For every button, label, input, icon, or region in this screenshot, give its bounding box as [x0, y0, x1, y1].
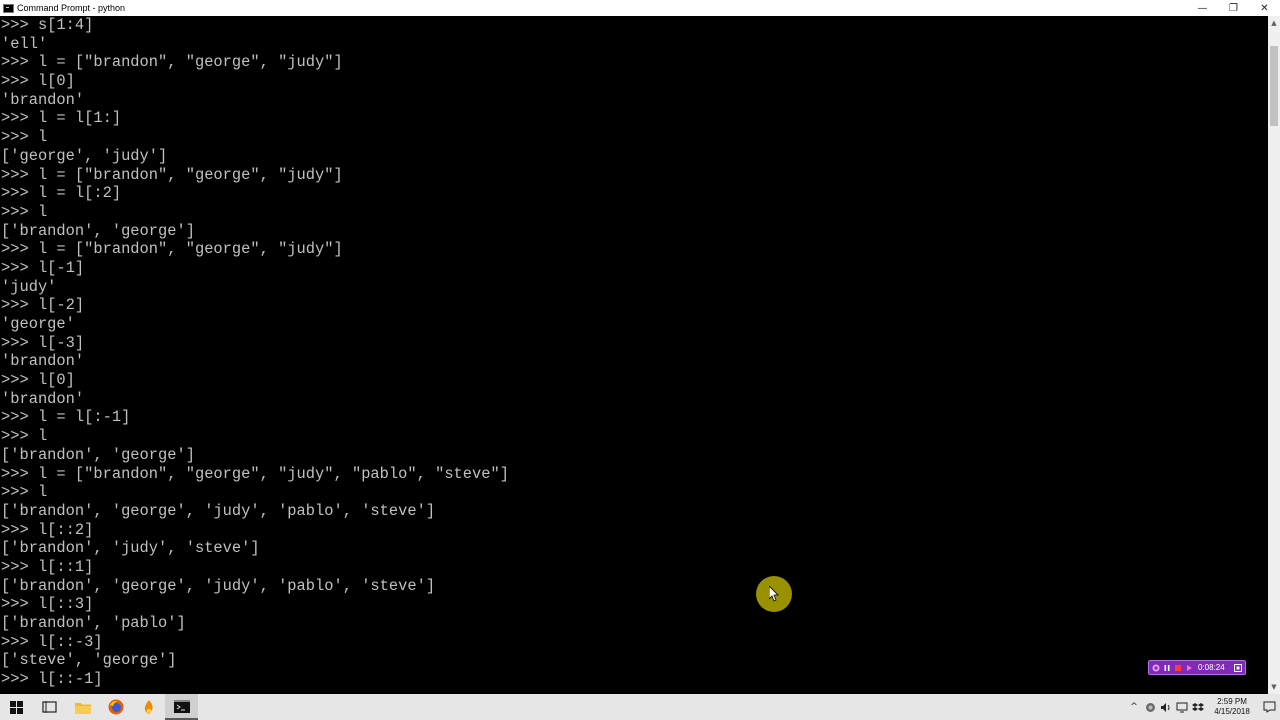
task-view-icon	[42, 701, 57, 713]
show-hidden-icons-chevron-icon[interactable]: ^	[1126, 694, 1142, 720]
window-controls: — ❐ ✕	[1187, 0, 1280, 16]
console-line: >>> l[::1]	[1, 557, 94, 576]
console-line: 'brandon'	[1, 389, 85, 408]
restore-button[interactable]: ❐	[1218, 0, 1249, 16]
console-line: >>> l	[1, 128, 48, 147]
console-line: >>> s[1:4]	[1, 16, 94, 34]
console-line: ['george', 'judy']	[1, 146, 168, 165]
start-button[interactable]	[0, 694, 33, 720]
console-line: >>> l = ["brandon", "george", "judy"]	[1, 240, 343, 259]
window-titlebar[interactable]: Command Prompt - python — ❐ ✕	[0, 0, 1280, 16]
screen-recorder-widget[interactable]: 0:08:24	[1148, 660, 1246, 675]
app-flame-icon	[144, 700, 153, 714]
console-line: >>> l = ["brandon", "george", "judy"]	[1, 165, 343, 184]
console-line: >>> l = l[:2]	[1, 184, 122, 203]
close-button[interactable]: ✕	[1249, 0, 1280, 16]
console-line: >>> l[-3]	[1, 333, 85, 352]
folder-icon	[74, 702, 91, 714]
clock-time: 2:59 PM	[1217, 697, 1247, 706]
console-line: >>> l	[1, 427, 48, 446]
recorder-elapsed-time: 0:08:24	[1198, 663, 1225, 672]
console-line: >>> l	[1, 202, 48, 221]
volume-icon[interactable]	[1158, 694, 1174, 720]
console-line: >>> l[::3]	[1, 595, 94, 614]
console-line: 'ell'	[1, 34, 48, 53]
console-line: 'george'	[1, 315, 75, 333]
network-status-icon[interactable]	[1142, 694, 1158, 720]
scrollbar-thumb[interactable]	[1270, 46, 1278, 126]
notification-icon	[1263, 701, 1275, 713]
console-line: >>> l[::-1]	[1, 670, 103, 689]
vertical-scrollbar[interactable]: ▲ ▼	[1268, 16, 1280, 694]
mouse-pointer-icon	[769, 586, 779, 602]
console-line: >>> l[::2]	[1, 520, 94, 539]
console-line: >>> l[::-3]	[1, 632, 103, 651]
console-line: 'brandon'	[1, 352, 85, 371]
stop-icon[interactable]	[1174, 664, 1182, 672]
firefox-taskbar-button[interactable]	[99, 694, 132, 720]
taskbar-clock[interactable]: 2:59 PM 4/15/2018	[1206, 697, 1258, 717]
terminal-icon	[173, 699, 190, 713]
recorder-logo-icon	[1152, 664, 1160, 671]
console-line: ['brandon', 'george']	[1, 445, 195, 464]
console-output[interactable]: >>> s[1:4]'ell' >>> l = ["brandon", "geor…	[0, 16, 1268, 694]
console-line: ['steve', 'george']	[1, 651, 177, 670]
taskbar: ^ 2:59 PM 4/15/2018	[0, 694, 1280, 720]
play-icon[interactable]	[1185, 664, 1193, 672]
action-center-button[interactable]	[1258, 694, 1280, 720]
console-line: ['brandon', 'george', 'judy', 'pablo', '…	[1, 576, 436, 595]
recorder-menu-icon[interactable]	[1234, 663, 1242, 672]
console-line: >>> l = l[:-1]	[1, 408, 131, 427]
dropbox-icon[interactable]	[1190, 694, 1206, 720]
console-line: 'brandon'	[1, 90, 85, 109]
pause-icon[interactable]	[1163, 664, 1171, 672]
console-line: >>> l[-1]	[1, 258, 85, 277]
app-taskbar-button[interactable]	[132, 694, 165, 720]
task-view-button[interactable]	[33, 694, 66, 720]
console-line: ['brandon', 'george', 'judy', 'pablo', '…	[1, 501, 436, 520]
scroll-up-arrow-icon[interactable]: ▲	[1268, 16, 1280, 30]
console-line: ['brandon', 'judy', 'steve']	[1, 539, 260, 558]
command-prompt-icon	[3, 3, 14, 13]
console-line: >>> l = l[1:]	[1, 109, 122, 128]
console-line: 'judy'	[1, 277, 57, 296]
console-line: >>> l = ["brandon", "george", "judy", "p…	[1, 464, 509, 483]
console-line: >>> l[-2]	[1, 296, 85, 315]
scroll-down-arrow-icon[interactable]: ▼	[1268, 680, 1280, 694]
console-line: >>> l = ["brandon", "george", "judy"]	[1, 53, 343, 72]
display-icon[interactable]	[1174, 694, 1190, 720]
system-tray: ^ 2:59 PM 4/15/2018	[1126, 694, 1280, 720]
clock-date: 4/15/2018	[1214, 707, 1250, 716]
file-explorer-taskbar-button[interactable]	[66, 694, 99, 720]
console-line: ['brandon', 'george']	[1, 221, 195, 240]
console-line: >>> l[0]	[1, 72, 75, 91]
command-prompt-taskbar-button[interactable]	[165, 694, 198, 720]
console-line: ['brandon', 'pablo']	[1, 614, 186, 632]
console-line: >>> l	[1, 483, 48, 502]
console-line: >>> l[0]	[1, 371, 75, 390]
window-title: Command Prompt - python	[17, 3, 126, 13]
firefox-icon	[108, 699, 123, 715]
windows-logo-icon	[10, 700, 23, 714]
minimize-button[interactable]: —	[1187, 0, 1218, 16]
